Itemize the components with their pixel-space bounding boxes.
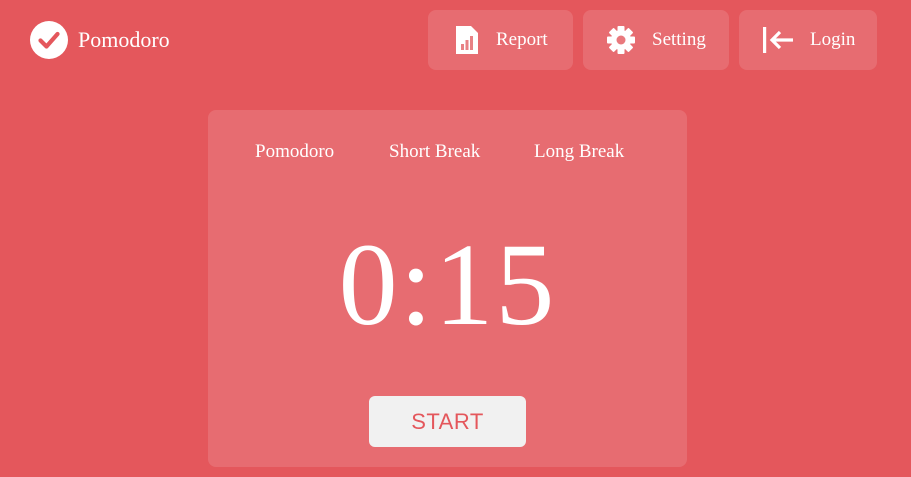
setting-button[interactable]: Setting <box>583 10 729 70</box>
report-button[interactable]: Report <box>428 10 573 70</box>
tab-pomodoro[interactable]: Pomodoro <box>255 140 334 164</box>
app-title: Pomodoro <box>78 27 170 52</box>
report-label: Report <box>496 29 548 50</box>
login-icon <box>761 26 795 54</box>
gear-icon <box>606 25 636 55</box>
check-circle-icon <box>30 21 68 59</box>
login-label: Login <box>810 29 856 50</box>
setting-label: Setting <box>652 29 706 50</box>
report-icon <box>454 24 480 56</box>
app-logo[interactable]: Pomodoro <box>30 21 170 59</box>
start-button[interactable]: START <box>369 396 526 447</box>
timer-card: Pomodoro Short Break Long Break 0:15 STA… <box>208 110 687 467</box>
tab-long-break[interactable]: Long Break <box>534 140 624 164</box>
tab-short-break[interactable]: Short Break <box>389 140 480 164</box>
login-button[interactable]: Login <box>739 10 877 70</box>
timer-display: 0:15 <box>338 219 557 350</box>
